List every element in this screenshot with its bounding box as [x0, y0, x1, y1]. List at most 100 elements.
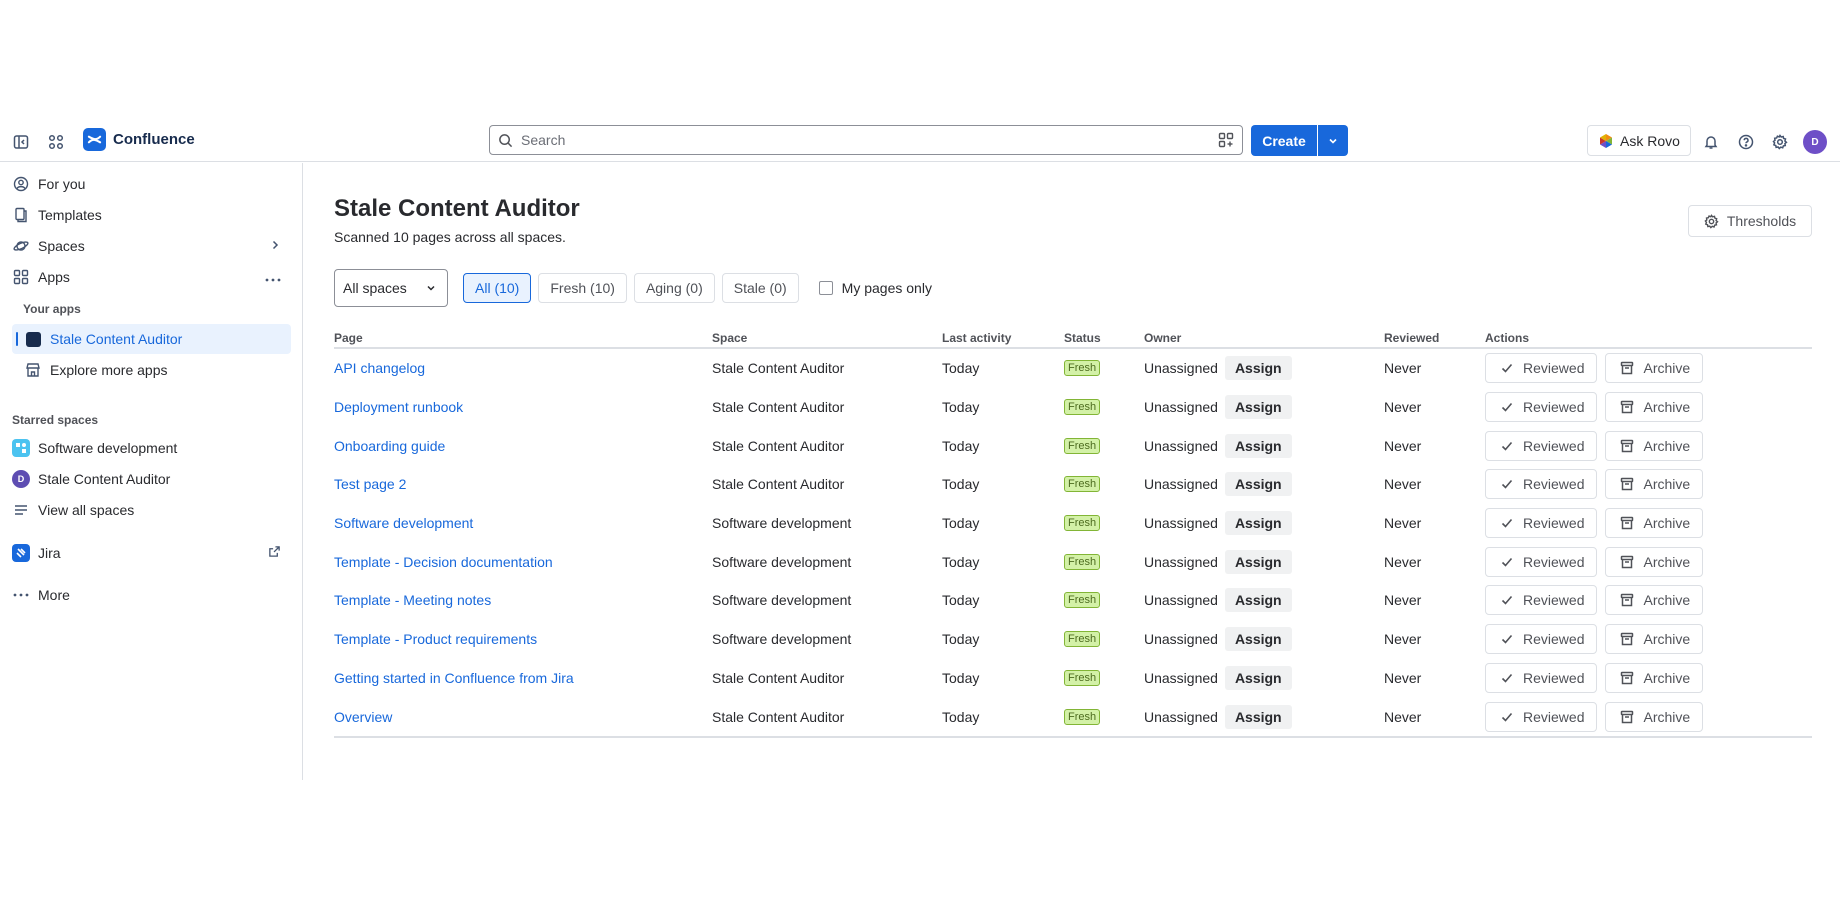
sidebar-item-templates[interactable]: Templates	[12, 200, 291, 230]
page-link[interactable]: Getting started in Confluence from Jira	[334, 659, 574, 698]
actions-cell: Reviewed Archive	[1485, 542, 1704, 581]
sidebar-explore-apps[interactable]: Explore more apps	[12, 355, 291, 385]
create-dropdown-button[interactable]	[1318, 125, 1348, 156]
app-switcher-icon[interactable]	[44, 130, 68, 154]
archive-icon	[1621, 400, 1634, 414]
page-link[interactable]: API changelog	[334, 349, 425, 388]
starred-space-software-development[interactable]: Software development	[12, 433, 291, 463]
sidebar-item-jira[interactable]: Jira	[12, 538, 291, 568]
checkmark-icon	[1501, 712, 1513, 722]
create-button[interactable]: Create	[1251, 125, 1317, 156]
space-filter-value: All spaces	[343, 280, 407, 296]
archive-button[interactable]: Archive	[1605, 392, 1704, 423]
owner-value: Unassigned	[1144, 592, 1218, 609]
space-cell: Stale Content Auditor	[712, 399, 845, 416]
page-link[interactable]: Template - Product requirements	[334, 620, 537, 659]
assign-button[interactable]: Assign	[1224, 588, 1292, 613]
thresholds-button[interactable]: Thresholds	[1688, 205, 1812, 237]
mark-reviewed-button[interactable]: Reviewed	[1485, 353, 1598, 384]
search-filter-icon[interactable]	[1218, 132, 1234, 148]
archive-button[interactable]: Archive	[1605, 508, 1704, 539]
ask-rovo-button[interactable]: Ask Rovo	[1587, 125, 1691, 156]
view-all-spaces[interactable]: View all spaces	[12, 495, 291, 525]
assign-button[interactable]: Assign	[1224, 472, 1292, 497]
assign-button[interactable]: Assign	[1224, 665, 1292, 690]
help-icon[interactable]	[1734, 130, 1758, 154]
sidebar-item-label: Apps	[38, 269, 70, 285]
page-link[interactable]: Software development	[334, 504, 473, 543]
notifications-bell-icon[interactable]	[1699, 130, 1723, 154]
archive-button-label: Archive	[1643, 515, 1691, 532]
archive-button[interactable]: Archive	[1605, 624, 1704, 655]
archive-icon	[1621, 710, 1634, 723]
sidebar-item-apps[interactable]: Apps	[12, 262, 291, 292]
archive-button[interactable]: Archive	[1605, 662, 1704, 693]
page-link[interactable]: Template - Meeting notes	[334, 581, 491, 620]
assign-button[interactable]: Assign	[1224, 395, 1292, 420]
starred-space-stale-content-auditor[interactable]: D Stale Content Auditor	[12, 464, 291, 494]
archive-button[interactable]: Archive	[1605, 546, 1704, 577]
page-link[interactable]: Test page 2	[334, 465, 406, 504]
assign-button[interactable]: Assign	[1224, 356, 1292, 381]
sidebar-item-more[interactable]: More	[12, 580, 291, 610]
page-link[interactable]: Template - Decision documentation	[334, 542, 553, 581]
archive-button[interactable]: Archive	[1605, 585, 1704, 616]
space-filter-select[interactable]: All spaces	[334, 269, 448, 307]
external-link-icon[interactable]	[268, 545, 281, 561]
your-apps-heading: Your apps	[23, 302, 81, 316]
mark-reviewed-button[interactable]: Reviewed	[1485, 469, 1598, 500]
status-badge: Fresh	[1064, 437, 1101, 454]
settings-gear-icon[interactable]	[1768, 130, 1792, 154]
space-cell: Stale Content Auditor	[712, 669, 845, 686]
last-activity-cell: Today	[942, 437, 980, 454]
last-activity-cell: Today	[942, 360, 980, 377]
filter-chip-aging[interactable]: Aging (0)	[633, 273, 715, 303]
checkbox-box[interactable]	[818, 281, 833, 295]
table-footer-line	[334, 735, 1812, 738]
status-badge: Fresh	[1064, 669, 1101, 686]
archive-button[interactable]: Archive	[1605, 353, 1704, 384]
mark-reviewed-button[interactable]: Reviewed	[1485, 508, 1598, 539]
filter-chip-fresh[interactable]: Fresh (10)	[538, 273, 627, 303]
user-avatar[interactable]: D	[1803, 130, 1827, 154]
sidebar-toggle-icon[interactable]	[9, 130, 33, 154]
reviewed-button-label: Reviewed	[1523, 708, 1585, 725]
sidebar-item-for-you[interactable]: For you	[12, 169, 291, 199]
status-cell: Fresh	[1064, 542, 1101, 581]
sidebar-item-spaces[interactable]: Spaces	[12, 231, 291, 261]
assign-button[interactable]: Assign	[1224, 704, 1292, 729]
mark-reviewed-button[interactable]: Reviewed	[1485, 546, 1598, 577]
filter-chip-stale[interactable]: Stale (0)	[721, 273, 799, 303]
archive-button[interactable]: Archive	[1605, 469, 1704, 500]
archive-button[interactable]: Archive	[1605, 701, 1704, 732]
mark-reviewed-button[interactable]: Reviewed	[1485, 430, 1598, 461]
mark-reviewed-button[interactable]: Reviewed	[1485, 662, 1598, 693]
sidebar-app-stale-content-auditor[interactable]: Stale Content Auditor	[12, 324, 291, 354]
more-options-icon[interactable]	[265, 269, 281, 285]
mark-reviewed-button[interactable]: Reviewed	[1485, 624, 1598, 655]
assign-button[interactable]: Assign	[1224, 511, 1292, 536]
page-link[interactable]: Overview	[334, 697, 392, 736]
assign-button[interactable]: Assign	[1224, 549, 1292, 574]
mark-reviewed-button[interactable]: Reviewed	[1485, 392, 1598, 423]
archive-icon	[1621, 594, 1634, 607]
filter-chip-all[interactable]: All (10)	[463, 273, 532, 303]
archive-button[interactable]: Archive	[1605, 430, 1704, 461]
assign-button[interactable]: Assign	[1224, 433, 1292, 458]
top-navigation: Confluence Search Create Ask Rovo D	[0, 122, 1840, 162]
mark-reviewed-button[interactable]: Reviewed	[1485, 701, 1598, 732]
chevron-right-icon[interactable]	[269, 238, 281, 254]
status-cell: Fresh	[1064, 620, 1101, 659]
owner-value: Unassigned	[1144, 360, 1218, 377]
page-link[interactable]: Deployment runbook	[334, 388, 463, 427]
assign-button[interactable]: Assign	[1224, 627, 1292, 652]
space-letter: D	[12, 470, 30, 488]
my-pages-only-checkbox[interactable]: My pages only	[818, 280, 932, 296]
user-circle-icon	[12, 175, 30, 193]
owner-cell: Unassigned Assign	[1144, 504, 1292, 543]
search-input[interactable]: Search	[489, 125, 1243, 155]
page-link[interactable]: Onboarding guide	[334, 426, 445, 465]
confluence-logo[interactable]: Confluence	[83, 128, 195, 151]
header-page: Page	[334, 331, 363, 345]
mark-reviewed-button[interactable]: Reviewed	[1485, 585, 1598, 616]
